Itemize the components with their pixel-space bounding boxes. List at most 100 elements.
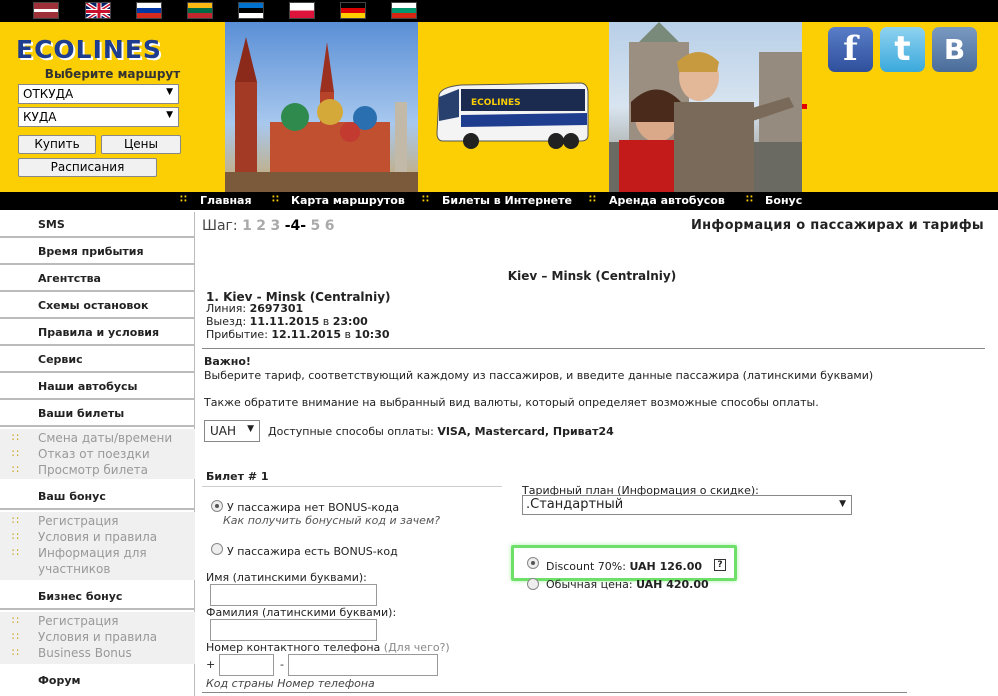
- schedule-button[interactable]: Расписания: [18, 158, 157, 177]
- submenu-member-info-cont[interactable]: участников: [0, 561, 195, 577]
- tourists-photo: [609, 22, 802, 192]
- red-marker: [802, 104, 807, 109]
- submenu-view-ticket[interactable]: Просмотр билета: [0, 462, 195, 478]
- bus-logo-text: ECOLINES: [471, 98, 521, 108]
- phone-number-input[interactable]: [288, 654, 438, 676]
- phone-why-link[interactable]: (Для чего?): [384, 641, 450, 654]
- sidebar-item-business-bonus[interactable]: Бизнес бонус: [0, 584, 195, 610]
- german-flag-icon[interactable]: [340, 2, 366, 19]
- to-select[interactable]: КУДА ▼: [18, 107, 179, 127]
- sidebar-item-sms[interactable]: SMS: [0, 212, 195, 238]
- russian-flag-icon[interactable]: [136, 2, 162, 19]
- bus-image: ECOLINES: [431, 57, 591, 157]
- phone-dash: -: [280, 658, 284, 671]
- submenu-member-info[interactable]: Информация для: [0, 545, 195, 561]
- submenu-change-date[interactable]: Смена даты/времени: [0, 430, 195, 446]
- chevron-down-icon: ▼: [166, 110, 173, 120]
- payment-methods: Доступные способы оплаты: VISA, Masterca…: [268, 425, 614, 438]
- bottom-divider: [202, 692, 907, 693]
- nav-bus-rental[interactable]: Аренда автобусов: [609, 194, 725, 207]
- sidebar-item-arrival-time[interactable]: Время прибытия: [0, 239, 195, 265]
- has-bonus-radio[interactable]: [211, 543, 223, 555]
- nav-online-tickets[interactable]: Билеты в Интернете: [442, 194, 572, 207]
- from-select[interactable]: ОТКУДА ▼: [18, 84, 179, 104]
- ticket-title: Билет # 1: [206, 470, 269, 483]
- ecolines-logo[interactable]: ECOLINES: [16, 35, 162, 64]
- sidebar-item-service[interactable]: Сервис: [0, 347, 195, 373]
- sidebar-item-your-bonus[interactable]: Ваш бонус: [0, 484, 195, 510]
- business-submenu: Регистрация Условия и правила Business B…: [0, 612, 195, 664]
- arrival-info: Прибытие: 12.11.2015 в 10:30: [206, 328, 390, 341]
- step-1-link[interactable]: 1: [242, 218, 252, 234]
- divider: [202, 348, 985, 349]
- instructions-1: Выберите тариф, соответствующий каждому …: [204, 369, 874, 382]
- submenu-cancel-trip[interactable]: Отказ от поездки: [0, 446, 195, 462]
- no-bonus-radio[interactable]: [211, 500, 223, 512]
- last-name-label: Фамилия (латинскими буквами):: [206, 606, 397, 619]
- last-name-input[interactable]: [210, 619, 377, 641]
- page-title: Информация о пассажирах и тарифы: [690, 218, 984, 233]
- discount-radio[interactable]: [527, 557, 539, 569]
- sidebar-item-stop-maps[interactable]: Схемы остановок: [0, 293, 195, 319]
- sidebar-item-our-buses[interactable]: Наши автобусы: [0, 374, 195, 400]
- sidebar-item-your-tickets[interactable]: Ваши билеты: [0, 401, 195, 427]
- uk-flag-icon[interactable]: [85, 2, 111, 19]
- submenu-registration[interactable]: Регистрация: [0, 513, 195, 529]
- lithuanian-flag-icon[interactable]: [187, 2, 213, 19]
- first-name-label: Имя (латинскими буквами):: [206, 571, 367, 584]
- phone-hint: Код страны Номер телефона: [206, 677, 375, 690]
- latvian-flag-icon[interactable]: [33, 2, 59, 19]
- route-heading: Kiev – Minsk (Centralniy): [507, 269, 677, 283]
- currency-select[interactable]: UAH ▼: [204, 420, 260, 442]
- plus-sign: +: [206, 658, 216, 671]
- estonian-flag-icon[interactable]: [238, 2, 264, 19]
- normal-price-radio[interactable]: [527, 578, 539, 590]
- country-code-input[interactable]: [219, 654, 274, 676]
- chevron-down-icon: ▼: [247, 424, 254, 434]
- moscow-kremlin-photo: [225, 22, 418, 192]
- polish-flag-icon[interactable]: [289, 2, 315, 19]
- vkontakte-icon[interactable]: B: [932, 27, 977, 72]
- sidebar-item-agencies[interactable]: Агентства: [0, 266, 195, 292]
- step-current: -4-: [284, 218, 307, 234]
- submenu-rules[interactable]: Условия и правила: [0, 529, 195, 545]
- normal-price-label: Обычная цена: UAH 420.00: [546, 578, 709, 591]
- submenu-business-bonus[interactable]: Business Bonus: [0, 645, 195, 661]
- twitter-icon[interactable]: t: [880, 27, 925, 72]
- main-content: Шаг: 1 2 3 -4- 5 6 Информация о пассажир…: [202, 212, 992, 696]
- language-bar: [0, 0, 998, 22]
- has-bonus-label: У пассажира есть BONUS-код: [227, 545, 398, 558]
- discount-label: Discount 70%: UAH 126.00: [546, 560, 703, 573]
- facebook-icon[interactable]: f: [828, 27, 873, 72]
- important-label: Важно!: [204, 355, 251, 368]
- step-2-link[interactable]: 2: [256, 218, 266, 234]
- route-title: Выберите маршрут: [44, 67, 181, 81]
- phone-label: Номер контактного телефона (Для чего?): [206, 641, 450, 654]
- nav-bonus[interactable]: Бонус: [765, 194, 802, 207]
- tickets-submenu: Смена даты/времени Отказ от поездки Прос…: [0, 429, 195, 479]
- buy-button[interactable]: Купить: [18, 135, 96, 154]
- help-icon[interactable]: ?: [714, 559, 726, 571]
- bonus-info-link[interactable]: Как получить бонусный код и зачем?: [223, 514, 440, 527]
- sidebar-item-terms[interactable]: Правила и условия: [0, 320, 195, 346]
- sidebar-item-forum[interactable]: Форум: [0, 668, 195, 694]
- tariff-select[interactable]: .Стандартный ▼: [522, 495, 852, 515]
- submenu-business-rules[interactable]: Условия и правила: [0, 629, 195, 645]
- step-3-link[interactable]: 3: [270, 218, 280, 234]
- bulgarian-flag-icon[interactable]: [391, 2, 417, 19]
- no-bonus-label: У пассажира нет BONUS-кода: [227, 501, 400, 514]
- ticket-divider: [202, 486, 502, 487]
- submenu-business-registration[interactable]: Регистрация: [0, 613, 195, 629]
- header: ECOLINES Выберите маршрут ОТКУДА ▼ КУДА ▼ …: [0, 22, 998, 192]
- step-5: 5: [310, 218, 321, 234]
- step-indicator: Шаг: 1 2 3 -4- 5 6: [202, 218, 335, 234]
- prices-button[interactable]: Цены: [101, 135, 181, 154]
- main-navigation: ∷ Главная ∷ Карта маршрутов ∷ Билеты в Инте…: [0, 192, 998, 210]
- first-name-input[interactable]: [210, 584, 377, 606]
- chevron-down-icon: ▼: [839, 499, 846, 509]
- bonus-submenu: Регистрация Условия и правила Информация…: [0, 512, 195, 580]
- sidebar: SMS Время прибытия Агентства Схемы остан…: [0, 212, 195, 696]
- nav-route-map[interactable]: Карта маршрутов: [291, 194, 405, 207]
- nav-home[interactable]: Главная: [200, 194, 252, 207]
- departure-info: Выезд: 11.11.2015 в 23:00: [206, 315, 368, 328]
